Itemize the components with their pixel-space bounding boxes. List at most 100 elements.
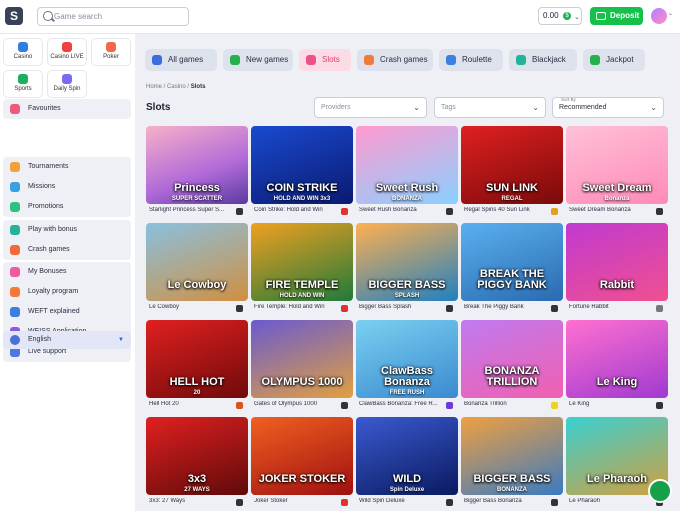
tags-select[interactable]: Tags ⌄: [434, 97, 546, 118]
game-card[interactable]: HELL HOT 20 Hell Hot 20: [146, 320, 248, 411]
game-thumbnail[interactable]: Rabbit: [566, 223, 668, 301]
tab-blackjack[interactable]: Blackjack: [509, 49, 577, 71]
sort-select[interactable]: Sort By Recommended ⌄: [552, 97, 664, 118]
deposit-button[interactable]: Deposit: [590, 7, 643, 25]
sidebar-group: Favourites: [3, 99, 131, 119]
sidebar-item-favourites[interactable]: Favourites: [3, 100, 131, 118]
tab-jackpot[interactable]: Jackpot: [583, 49, 645, 71]
language-selector[interactable]: English ▼: [3, 331, 131, 349]
page-title: Slots: [146, 102, 171, 113]
quick-link-icon: [18, 42, 28, 52]
game-card[interactable]: WILD Spin Deluxe Wild Spin Deluxe: [356, 417, 458, 508]
game-name: Bigger Bass Splash: [359, 304, 412, 310]
sidebar-item-promotions[interactable]: Promotions: [3, 198, 131, 216]
sidebar-item-icon: [10, 267, 20, 277]
game-thumbnail[interactable]: 3x3 27 WAYS: [146, 417, 248, 495]
game-thumbnail[interactable]: FIRE TEMPLE HOLD AND WIN: [251, 223, 353, 301]
category-label: New games: [246, 55, 289, 64]
game-thumbnail[interactable]: WILD Spin Deluxe: [356, 417, 458, 495]
quick-link-casino[interactable]: Casino: [3, 38, 43, 66]
game-card[interactable]: OLYMPUS 1000 Gates of Olympus 1000: [251, 320, 353, 411]
game-art-subtitle: BONANZA: [392, 196, 422, 202]
sidebar-item-missions[interactable]: Missions: [3, 178, 131, 196]
tab-crash-games[interactable]: Crash games: [357, 49, 433, 71]
tab-slots[interactable]: Slots: [299, 49, 351, 71]
game-thumbnail[interactable]: JOKER STOKER: [251, 417, 353, 495]
site-logo[interactable]: S: [5, 7, 23, 25]
game-card[interactable]: Sweet Dream Bonanza Sweet Dream Bonanza: [566, 126, 668, 217]
game-thumbnail[interactable]: Sweet Dream Bonanza: [566, 126, 668, 204]
wallet-icon: [596, 12, 606, 20]
sidebar-item-crash-games[interactable]: Crash games: [3, 241, 131, 259]
game-card[interactable]: ClawBass Bonanza FREE RUSH ClawBass Bonanz…: [356, 320, 458, 411]
game-thumbnail[interactable]: Le King: [566, 320, 668, 398]
game-card[interactable]: BONANZA TRILLION Bonanza Trillion: [461, 320, 563, 411]
search-box[interactable]: [37, 7, 189, 26]
providers-select[interactable]: Providers ⌄: [314, 97, 427, 118]
chevron-down-icon: ⌄: [668, 11, 674, 17]
breadcrumb-home[interactable]: Home: [146, 84, 162, 90]
game-thumbnail[interactable]: ClawBass Bonanza FREE RUSH: [356, 320, 458, 398]
sidebar-group: Play with bonus Crash games: [3, 220, 131, 260]
game-card[interactable]: BIGGER BASS SPLASH Bigger Bass Splash: [356, 223, 458, 314]
breadcrumb-casino[interactable]: Casino: [167, 84, 186, 90]
tab-roulette[interactable]: Roulette: [439, 49, 503, 71]
game-thumbnail[interactable]: Sweet Rush BONANZA: [356, 126, 458, 204]
sidebar-group: Tournaments Missions Promotions: [3, 157, 131, 217]
game-thumbnail[interactable]: COIN STRIKE HOLD AND WIN 3x3: [251, 126, 353, 204]
currency-icon: $: [563, 12, 571, 20]
provider-icon: [656, 208, 663, 215]
category-tabs: All games New games Slots Crash games Roulet…: [145, 49, 680, 71]
tab-all-games[interactable]: All games: [145, 49, 217, 71]
quick-link-daily-spin[interactable]: Daily Spin: [47, 70, 87, 98]
game-thumbnail[interactable]: Le Cowboy: [146, 223, 248, 301]
game-card[interactable]: BREAK THE PIGGY BANK Break The Piggy Bank: [461, 223, 563, 314]
game-card[interactable]: Sweet Rush BONANZA Sweet Rush Bonanza: [356, 126, 458, 217]
avatar[interactable]: ⌄: [651, 8, 673, 24]
balance-selector[interactable]: 0.00 $ ⌄: [538, 7, 582, 25]
game-card[interactable]: SUN LINK REGAL Regal Spins 40 Sun Link: [461, 126, 563, 217]
game-name: Fortune Rabbit: [569, 304, 609, 310]
gift-button[interactable]: [648, 479, 672, 503]
game-thumbnail[interactable]: Princess SUPER SCATTER: [146, 126, 248, 204]
search-input[interactable]: [54, 10, 184, 23]
category-icon: [306, 55, 316, 65]
game-card[interactable]: 3x3 27 WAYS 3x3: 27 Ways: [146, 417, 248, 508]
sidebar-item-tournaments[interactable]: Tournaments: [3, 158, 131, 176]
provider-icon: [551, 499, 558, 506]
game-card[interactable]: COIN STRIKE HOLD AND WIN 3x3 Coin Strike: …: [251, 126, 353, 217]
game-card[interactable]: FIRE TEMPLE HOLD AND WIN Fire Temple: Hold…: [251, 223, 353, 314]
sidebar-item-icon: [10, 225, 20, 235]
quick-link-poker[interactable]: Poker: [91, 38, 131, 66]
game-art-title: Princess: [174, 182, 220, 194]
tab-new-games[interactable]: New games: [223, 49, 293, 71]
game-thumbnail[interactable]: BREAK THE PIGGY BANK: [461, 223, 563, 301]
quick-link-sports[interactable]: Sports: [3, 70, 43, 98]
game-art-title: Sweet Rush: [375, 182, 439, 194]
game-art-title: Rabbit: [599, 279, 635, 291]
sidebar-item-icon: [10, 245, 20, 255]
sidebar-item-label: Live support: [28, 348, 67, 355]
game-name: Break The Piggy Bank: [464, 304, 524, 310]
game-thumbnail[interactable]: HELL HOT 20: [146, 320, 248, 398]
game-card[interactable]: Le King Le King: [566, 320, 668, 411]
game-thumbnail[interactable]: BONANZA TRILLION: [461, 320, 563, 398]
game-thumbnail[interactable]: BIGGER BASS SPLASH: [356, 223, 458, 301]
search-icon: [43, 11, 53, 21]
sidebar-item-weft-explained[interactable]: WEFT explained: [3, 303, 131, 321]
sidebar-item-label: Promotions: [28, 203, 64, 210]
game-card[interactable]: Le Cowboy Le Cowboy: [146, 223, 248, 314]
game-thumbnail[interactable]: SUN LINK REGAL: [461, 126, 563, 204]
game-thumbnail[interactable]: OLYMPUS 1000: [251, 320, 353, 398]
game-name: Coin Strike: Hold and Win: [254, 207, 323, 213]
sidebar-item-loyalty-program[interactable]: Loyalty program: [3, 283, 131, 301]
game-card[interactable]: Rabbit Fortune Rabbit: [566, 223, 668, 314]
quick-link-casino-live[interactable]: Casino LIVE: [47, 38, 87, 66]
game-card[interactable]: Princess SUPER SCATTER Starlight Princess …: [146, 126, 248, 217]
sidebar-item-my-bonuses[interactable]: My Bonuses: [3, 263, 131, 281]
game-card[interactable]: JOKER STOKER Joker Stoker: [251, 417, 353, 508]
game-thumbnail[interactable]: BIGGER BASS BONANZA: [461, 417, 563, 495]
provider-icon: [341, 402, 348, 409]
game-card[interactable]: BIGGER BASS BONANZA Bigger Bass Bonanza: [461, 417, 563, 508]
sidebar-item-play-with-bonus[interactable]: Play with bonus: [3, 221, 131, 239]
